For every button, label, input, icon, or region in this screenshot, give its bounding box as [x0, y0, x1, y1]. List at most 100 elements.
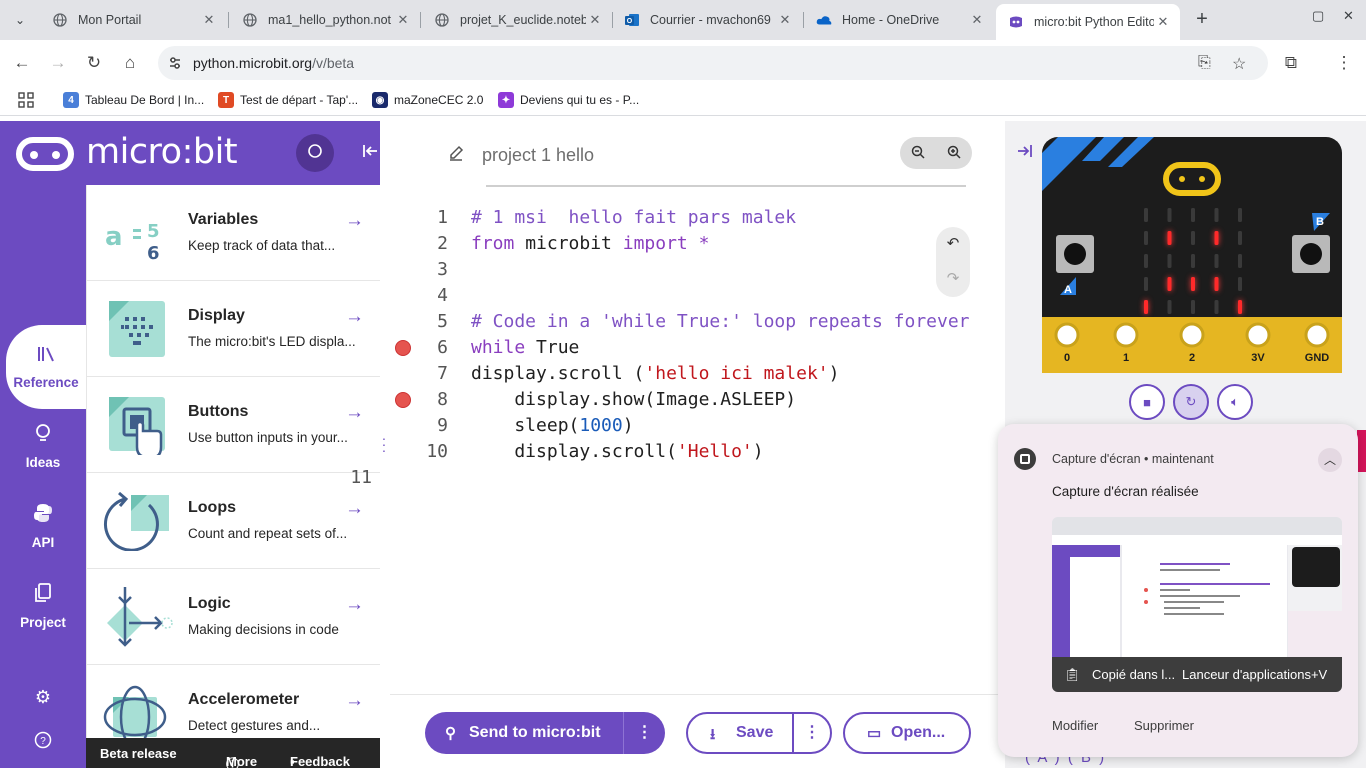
lightbulb-icon — [34, 423, 52, 449]
save-button[interactable]: ⭳ Save ⋮ — [686, 712, 832, 754]
led-off — [1214, 300, 1219, 314]
led-on — [1167, 231, 1172, 245]
tab-api[interactable]: API — [0, 491, 86, 561]
onedrive-icon — [816, 12, 832, 28]
site-info-icon[interactable] — [167, 55, 183, 71]
forward-icon[interactable]: → — [45, 50, 71, 76]
tab-onedrive[interactable]: Home - OneDrive ✕ — [804, 4, 994, 36]
reference-list: a56 Variables Keep track of data that...… — [86, 185, 380, 738]
reference-item-accelerometer[interactable]: Accelerometer Detect gestures and... → — [87, 665, 380, 738]
pin-1-hole[interactable] — [1113, 322, 1139, 348]
bookmark-mazonecec[interactable]: ◉ maZoneCEC 2.0 — [372, 92, 483, 108]
reference-item-display[interactable]: Display The micro:bit's LED displa... → — [87, 281, 380, 377]
stop-icon: ■ — [1143, 394, 1151, 410]
close-tab-icon[interactable]: ✕ — [968, 12, 986, 28]
speaker-icon: 🔈︎ — [1231, 394, 1239, 409]
pin-2-hole[interactable] — [1179, 322, 1205, 348]
close-window-icon[interactable]: ✕ — [1343, 8, 1354, 24]
send-more-options-button[interactable]: ⋮ — [623, 712, 665, 754]
menu-kebab-icon[interactable]: ⋮ — [1331, 50, 1357, 76]
close-tab-icon[interactable]: ✕ — [200, 12, 218, 28]
maximize-icon[interactable]: ▢ — [1312, 8, 1324, 24]
pin-3v-hole[interactable] — [1245, 322, 1271, 348]
notification-app-name: Capture d'écran — [1052, 452, 1141, 466]
arrow-right-icon: → — [345, 594, 364, 615]
bookmark-star-icon[interactable]: ☆ — [1232, 54, 1246, 74]
bookmark-test-de-depart[interactable]: T Test de départ - Tap'... — [218, 92, 358, 108]
arrow-right-icon: → — [345, 210, 364, 231]
delete-button[interactable]: Supprimer — [1134, 718, 1194, 733]
loops-illustration-icon — [99, 491, 175, 552]
breakpoint-icon[interactable] — [395, 340, 411, 356]
brand-name: micro:bit — [86, 132, 238, 172]
reference-item-logic[interactable]: Logic Making decisions in code → — [87, 569, 380, 665]
reference-item-buttons[interactable]: Buttons Use button inputs in your... → — [87, 377, 380, 473]
tab-microbit-python-editor[interactable]: micro:bit Python Edito ✕ — [996, 4, 1180, 40]
screenshot-preview[interactable]: 📋︎ Copié dans l... Lanceur d'application… — [1052, 517, 1342, 692]
address-bar[interactable]: python.microbit.org/v/beta ⎘ ☆ — [158, 46, 1268, 80]
code-editor-area: project 1 hello 1 # 1 msi hello fait pars… — [350, 121, 1005, 768]
code-line: 4 — [437, 285, 448, 306]
close-tab-icon[interactable]: ✕ — [586, 12, 604, 28]
help-icon[interactable]: ? — [28, 731, 58, 754]
bookmark-tableau-de-bord[interactable]: 4 Tableau De Bord | In... — [63, 92, 204, 108]
sidebar-resize-handle[interactable]: · · · — [381, 431, 387, 457]
pencil-icon — [448, 145, 464, 166]
usb-icon: ⚲ — [445, 725, 456, 742]
modify-button[interactable]: Modifier — [1052, 718, 1098, 733]
code-line: 7 display.scroll ('hello ici malek') — [390, 361, 1005, 387]
close-tab-icon[interactable]: ✕ — [1154, 14, 1172, 30]
led-off — [1191, 254, 1195, 268]
close-tab-icon[interactable]: ✕ — [776, 12, 794, 28]
collapse-simulator-icon[interactable] — [1017, 143, 1033, 164]
settings-gear-icon[interactable]: ⚙ — [28, 687, 58, 708]
reference-item-loops[interactable]: Loops Count and repeat sets of... → — [87, 473, 380, 569]
breakpoint-icon[interactable] — [395, 392, 411, 408]
code-line: 6 while True — [390, 335, 1005, 361]
stop-simulator-button[interactable]: ■ — [1129, 384, 1165, 420]
open-button[interactable]: ▭ Open... — [843, 712, 971, 754]
send-to-microbit-button[interactable]: ⚲ Send to micro:bit ⋮ — [425, 712, 665, 754]
restart-icon: ↻ — [1185, 394, 1197, 409]
simulator-sensor-tab[interactable] — [1357, 430, 1366, 472]
tab-courrier[interactable]: O Courrier - mvachon69 ✕ — [612, 4, 802, 36]
code-text: display.show(Image.ASLEEP) — [471, 389, 797, 410]
reference-item-variables[interactable]: a56 Variables Keep track of data that...… — [87, 185, 380, 281]
close-tab-icon[interactable]: ✕ — [394, 12, 412, 28]
tab-search-button[interactable]: ⌄ — [8, 8, 32, 32]
bookmark-deviens-qui-tu-es[interactable]: ✦ Deviens qui tu es - P... — [498, 92, 639, 108]
project-name-field[interactable]: project 1 hello — [448, 143, 868, 207]
collapse-sidebar-button[interactable] — [356, 139, 380, 167]
extensions-icon[interactable]: ⧉ — [1278, 50, 1304, 76]
led-on — [1238, 300, 1242, 314]
save-more-options-button[interactable]: ⋮ — [792, 714, 830, 752]
bookmarks-bar: 4 Tableau De Bord | In... T Test de départ… — [0, 86, 1366, 116]
tab-ma1-hello-python[interactable]: ma1_hello_python.not ✕ — [230, 4, 420, 36]
redo-icon[interactable]: ↷ — [936, 269, 970, 287]
tab-project[interactable]: Project — [0, 571, 86, 641]
search-button[interactable] — [296, 134, 334, 172]
tab-projet-k-euclide[interactable]: projet_K_euclide.noteb ✕ — [422, 4, 612, 36]
undo-icon[interactable]: ↶ — [936, 234, 970, 252]
project-name: project 1 hello — [482, 145, 595, 165]
restart-simulator-button[interactable]: ↻ — [1173, 384, 1209, 420]
reload-icon[interactable]: ↻ — [81, 50, 107, 76]
led-on — [1144, 300, 1148, 314]
apps-grid-icon[interactable] — [18, 92, 34, 108]
tab-mon-portail[interactable]: Mon Portail ✕ — [40, 4, 226, 36]
tab-reference[interactable]: Reference — [6, 325, 86, 409]
pin-0-hole[interactable] — [1054, 322, 1080, 348]
back-icon[interactable]: ← — [9, 50, 35, 76]
new-tab-button[interactable]: + — [1190, 8, 1214, 32]
chevron-up-icon[interactable]: ︿ — [1318, 448, 1342, 472]
pin-gnd-hole[interactable] — [1304, 322, 1330, 348]
copied-to-clipboard-bar[interactable]: 📋︎ Copié dans l... Lanceur d'application… — [1052, 657, 1342, 692]
download-icon: ⭳ — [710, 726, 716, 743]
tab-ideas[interactable]: Ideas — [0, 411, 86, 481]
zoom-out-button[interactable] — [900, 137, 936, 169]
zoom-in-button[interactable] — [936, 137, 972, 169]
mute-simulator-button[interactable]: 🔈︎ — [1217, 384, 1253, 420]
install-app-icon[interactable]: ⎘ — [1198, 54, 1211, 72]
home-icon[interactable]: ⌂ — [117, 50, 143, 76]
pin-label: 1 — [1123, 352, 1129, 364]
